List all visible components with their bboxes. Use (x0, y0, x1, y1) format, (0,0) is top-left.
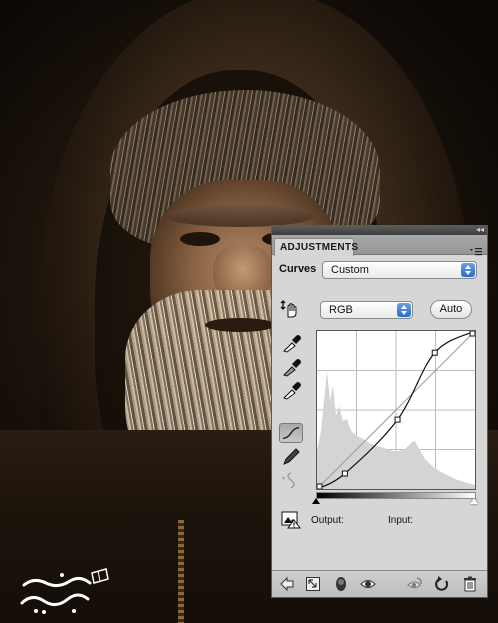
curve-control-point[interactable] (341, 470, 348, 477)
white-point-slider[interactable] (470, 498, 478, 504)
brow (165, 205, 315, 227)
curve-edit-icon[interactable] (279, 423, 303, 443)
tab-bar: ADJUSTMENTS (272, 235, 487, 256)
curve-control-point[interactable] (469, 331, 475, 337)
view-previous-icon[interactable] (407, 576, 423, 592)
pencil-draw-icon[interactable] (279, 447, 303, 467)
curve-control-point[interactable] (317, 483, 323, 489)
input-gradient-bar (316, 492, 476, 499)
watermark-logo (20, 568, 109, 614)
auto-button[interactable]: Auto (430, 300, 472, 319)
panel-title-strip[interactable]: ◂◂ (272, 225, 487, 235)
clipping-warning-icon[interactable] (281, 511, 301, 529)
reset-icon[interactable] (434, 576, 450, 592)
channel-value: RGB (329, 304, 353, 316)
smooth-curve-icon[interactable] (279, 470, 303, 490)
on-image-adjust-icon[interactable] (279, 299, 303, 319)
adjustments-panel: ◂◂ ADJUSTMENTS Curves Custom RGB Auto Ou… (271, 225, 488, 598)
preset-value: Custom (331, 264, 369, 276)
clip-layer-icon[interactable] (333, 576, 349, 592)
curves-graph-svg[interactable] (317, 331, 475, 489)
panel-menu-icon[interactable] (470, 248, 482, 256)
mouth (205, 318, 275, 332)
left-eye (180, 232, 220, 246)
expand-view-icon[interactable] (305, 576, 321, 592)
curve-control-point[interactable] (431, 349, 438, 356)
panel-bottom-toolbar (272, 570, 487, 597)
trash-icon[interactable] (462, 576, 478, 592)
tab-adjustments[interactable]: ADJUSTMENTS (274, 238, 358, 256)
channel-select[interactable]: RGB (320, 301, 413, 319)
chevron-updown-icon (461, 263, 475, 277)
back-arrow-icon[interactable] (279, 576, 295, 592)
gray-point-eyedropper-icon[interactable] (279, 357, 303, 377)
zipper (178, 520, 184, 623)
curves-graph[interactable] (316, 330, 476, 490)
preset-select[interactable]: Custom (322, 261, 477, 279)
curve-control-point[interactable] (394, 416, 401, 423)
adjustment-name: Curves (279, 263, 317, 275)
black-point-eyedropper-icon[interactable] (279, 333, 303, 353)
visibility-eye-icon[interactable] (360, 576, 376, 592)
output-label: Output: (311, 515, 344, 526)
black-point-slider[interactable] (312, 498, 320, 504)
chevron-updown-icon (397, 303, 411, 317)
white-point-eyedropper-icon[interactable] (279, 380, 303, 400)
double-chevron-right-icon[interactable]: ◂◂ (476, 225, 484, 235)
input-label: Input: (388, 515, 414, 526)
